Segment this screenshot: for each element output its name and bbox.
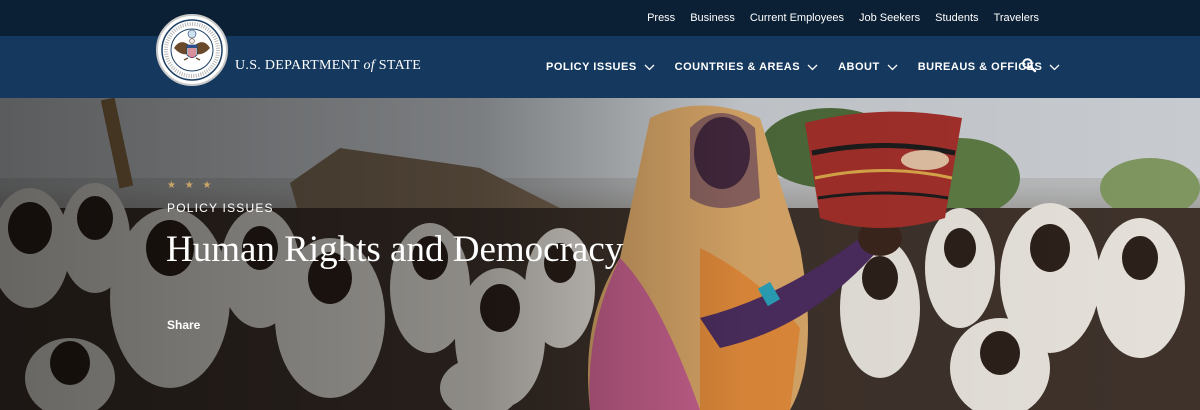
utility-links: Press Business Current Employees Job See…: [647, 0, 1039, 36]
chevron-down-icon: [644, 64, 655, 70]
nav-label: COUNTRIES & AREAS: [674, 61, 801, 73]
main-nav: POLICY ISSUES COUNTRIES & AREAS ABOUT BU…: [546, 36, 1060, 98]
utility-link-travelers[interactable]: Travelers: [994, 12, 1039, 24]
nav-item-countries-areas[interactable]: COUNTRIES & AREAS: [675, 61, 818, 73]
nav-item-about[interactable]: ABOUT: [838, 61, 898, 73]
nav-label: ABOUT: [838, 61, 880, 73]
utility-link-students[interactable]: Students: [935, 12, 978, 24]
nav-item-bureaus-offices[interactable]: BUREAUS & OFFICES: [918, 61, 1061, 73]
page-eyebrow: POLICY ISSUES: [167, 201, 274, 215]
utility-link-business[interactable]: Business: [690, 12, 735, 24]
search-icon[interactable]: [1021, 57, 1037, 73]
utility-link-press[interactable]: Press: [647, 12, 675, 24]
utility-link-job-seekers[interactable]: Job Seekers: [859, 12, 920, 24]
nav-label: POLICY ISSUES: [546, 61, 637, 73]
chevron-down-icon: [807, 64, 818, 70]
chevron-down-icon: [887, 64, 898, 70]
nav-item-policy-issues[interactable]: POLICY ISSUES: [546, 61, 655, 73]
chevron-down-icon: [1049, 64, 1060, 70]
seal-icon[interactable]: [156, 14, 228, 86]
stars-icon: ★ ★ ★: [167, 180, 215, 191]
wordmark-suffix: STATE: [378, 58, 422, 73]
utility-link-current-employees[interactable]: Current Employees: [750, 12, 844, 24]
wordmark-of: of: [363, 58, 375, 73]
site-wordmark[interactable]: U.S. DEPARTMENT of STATE: [235, 58, 421, 74]
wordmark-prefix: U.S. DEPARTMENT: [235, 58, 360, 73]
share-button[interactable]: Share: [167, 318, 200, 332]
page-title: Human Rights and Democracy: [166, 229, 624, 270]
